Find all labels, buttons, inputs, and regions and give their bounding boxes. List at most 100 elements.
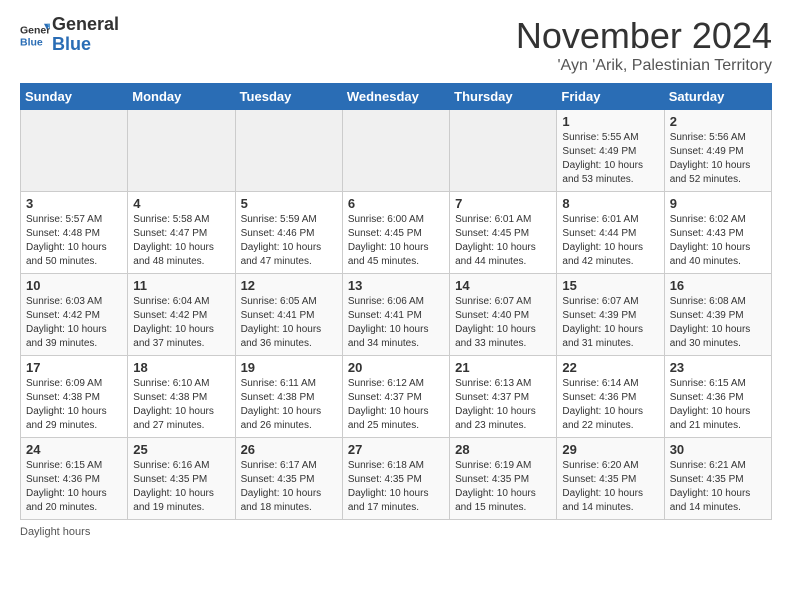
day-info: Sunrise: 6:20 AM Sunset: 4:35 PM Dayligh… bbox=[562, 459, 658, 515]
calendar-week-3: 10 Sunrise: 6:03 AM Sunset: 4:42 PM Dayli… bbox=[21, 274, 772, 356]
day-info: Sunrise: 6:06 AM Sunset: 4:41 PM Dayligh… bbox=[348, 295, 444, 351]
day-info: Sunrise: 5:59 AM Sunset: 4:46 PM Dayligh… bbox=[241, 213, 337, 269]
day-info: Sunrise: 6:04 AM Sunset: 4:42 PM Dayligh… bbox=[133, 295, 229, 351]
calendar-cell: 20 Sunrise: 6:12 AM Sunset: 4:37 PM Dayli… bbox=[342, 356, 449, 438]
calendar-cell: 13Sunrise: 6:06 AM Sunset: 4:41 PM Dayli… bbox=[342, 274, 449, 356]
calendar-week-2: 3Sunrise: 5:57 AM Sunset: 4:48 PM Daylig… bbox=[21, 192, 772, 274]
calendar-cell: 15 Sunrise: 6:07 AM Sunset: 4:39 PM Dayli… bbox=[557, 274, 664, 356]
day-number: 18 bbox=[133, 360, 229, 375]
day-info: Sunrise: 6:09 AM Sunset: 4:38 PM Dayligh… bbox=[26, 377, 122, 433]
calendar-cell: 7 Sunrise: 6:01 AM Sunset: 4:45 PM Daylig… bbox=[450, 192, 557, 274]
svg-text:Blue: Blue bbox=[20, 36, 43, 48]
calendar-cell bbox=[21, 110, 128, 192]
calendar-cell: 22 Sunrise: 6:14 AM Sunset: 4:36 PM Dayli… bbox=[557, 356, 664, 438]
day-info: Sunrise: 6:10 AM Sunset: 4:38 PM Dayligh… bbox=[133, 377, 229, 433]
logo-blue-text: Blue bbox=[52, 35, 119, 55]
logo: General Blue General Blue bbox=[20, 15, 119, 55]
calendar-cell: 4 Sunrise: 5:58 AM Sunset: 4:47 PM Daylig… bbox=[128, 192, 235, 274]
day-number: 9 bbox=[670, 196, 766, 211]
day-info: Sunrise: 6:18 AM Sunset: 4:35 PM Dayligh… bbox=[348, 459, 444, 515]
calendar-cell: 19 Sunrise: 6:11 AM Sunset: 4:38 PM Dayli… bbox=[235, 356, 342, 438]
day-number: 17 bbox=[26, 360, 122, 375]
day-number: 4 bbox=[133, 196, 229, 211]
calendar-cell: 18 Sunrise: 6:10 AM Sunset: 4:38 PM Dayli… bbox=[128, 356, 235, 438]
calendar-cell: 12 Sunrise: 6:05 AM Sunset: 4:41 PM Dayli… bbox=[235, 274, 342, 356]
day-number: 23 bbox=[670, 360, 766, 375]
title-block: November 2024 'Ayn 'Arik, Palestinian Te… bbox=[516, 15, 772, 75]
day-info: Sunrise: 6:01 AM Sunset: 4:44 PM Dayligh… bbox=[562, 213, 658, 269]
calendar-cell: 30Sunrise: 6:21 AM Sunset: 4:35 PM Dayli… bbox=[664, 438, 771, 520]
calendar-cell: 21Sunrise: 6:13 AM Sunset: 4:37 PM Dayli… bbox=[450, 356, 557, 438]
day-number: 26 bbox=[241, 442, 337, 457]
day-info: Sunrise: 6:11 AM Sunset: 4:38 PM Dayligh… bbox=[241, 377, 337, 433]
calendar-cell bbox=[235, 110, 342, 192]
month-title: November 2024 bbox=[516, 15, 772, 57]
day-number: 6 bbox=[348, 196, 444, 211]
calendar-header-row: SundayMondayTuesdayWednesdayThursdayFrid… bbox=[21, 84, 772, 110]
day-number: 2 bbox=[670, 114, 766, 129]
day-info: Sunrise: 6:19 AM Sunset: 4:35 PM Dayligh… bbox=[455, 459, 551, 515]
calendar-header-tuesday: Tuesday bbox=[235, 84, 342, 110]
location: 'Ayn 'Arik, Palestinian Territory bbox=[516, 57, 772, 75]
day-info: Sunrise: 6:21 AM Sunset: 4:35 PM Dayligh… bbox=[670, 459, 766, 515]
calendar-cell: 5Sunrise: 5:59 AM Sunset: 4:46 PM Daylig… bbox=[235, 192, 342, 274]
day-info: Sunrise: 6:14 AM Sunset: 4:36 PM Dayligh… bbox=[562, 377, 658, 433]
calendar-week-5: 24 Sunrise: 6:15 AM Sunset: 4:36 PM Dayli… bbox=[21, 438, 772, 520]
page: General Blue General Blue November 2024 … bbox=[0, 0, 792, 548]
calendar-cell: 11Sunrise: 6:04 AM Sunset: 4:42 PM Dayli… bbox=[128, 274, 235, 356]
calendar-cell: 1Sunrise: 5:55 AM Sunset: 4:49 PM Daylig… bbox=[557, 110, 664, 192]
calendar-cell: 16 Sunrise: 6:08 AM Sunset: 4:39 PM Dayli… bbox=[664, 274, 771, 356]
day-number: 27 bbox=[348, 442, 444, 457]
day-info: Sunrise: 6:00 AM Sunset: 4:45 PM Dayligh… bbox=[348, 213, 444, 269]
calendar-cell: 27 Sunrise: 6:18 AM Sunset: 4:35 PM Dayli… bbox=[342, 438, 449, 520]
calendar-cell: 25Sunrise: 6:16 AM Sunset: 4:35 PM Dayli… bbox=[128, 438, 235, 520]
footer-label: Daylight hours bbox=[20, 526, 772, 538]
day-info: Sunrise: 5:57 AM Sunset: 4:48 PM Dayligh… bbox=[26, 213, 122, 269]
day-number: 15 bbox=[562, 278, 658, 293]
calendar-header-wednesday: Wednesday bbox=[342, 84, 449, 110]
logo-general-text: General bbox=[52, 15, 119, 35]
day-number: 10 bbox=[26, 278, 122, 293]
day-info: Sunrise: 6:01 AM Sunset: 4:45 PM Dayligh… bbox=[455, 213, 551, 269]
calendar-cell bbox=[342, 110, 449, 192]
day-info: Sunrise: 5:58 AM Sunset: 4:47 PM Dayligh… bbox=[133, 213, 229, 269]
day-number: 16 bbox=[670, 278, 766, 293]
day-info: Sunrise: 6:13 AM Sunset: 4:37 PM Dayligh… bbox=[455, 377, 551, 433]
calendar-header-friday: Friday bbox=[557, 84, 664, 110]
day-info: Sunrise: 5:56 AM Sunset: 4:49 PM Dayligh… bbox=[670, 131, 766, 187]
day-info: Sunrise: 5:55 AM Sunset: 4:49 PM Dayligh… bbox=[562, 131, 658, 187]
day-info: Sunrise: 6:08 AM Sunset: 4:39 PM Dayligh… bbox=[670, 295, 766, 351]
calendar-cell: 26 Sunrise: 6:17 AM Sunset: 4:35 PM Dayli… bbox=[235, 438, 342, 520]
calendar-cell bbox=[450, 110, 557, 192]
day-number: 19 bbox=[241, 360, 337, 375]
day-number: 28 bbox=[455, 442, 551, 457]
day-number: 12 bbox=[241, 278, 337, 293]
day-info: Sunrise: 6:07 AM Sunset: 4:40 PM Dayligh… bbox=[455, 295, 551, 351]
day-info: Sunrise: 6:16 AM Sunset: 4:35 PM Dayligh… bbox=[133, 459, 229, 515]
calendar-cell: 8Sunrise: 6:01 AM Sunset: 4:44 PM Daylig… bbox=[557, 192, 664, 274]
day-number: 24 bbox=[26, 442, 122, 457]
logo-icon: General Blue bbox=[20, 20, 50, 50]
calendar-cell bbox=[128, 110, 235, 192]
day-info: Sunrise: 6:07 AM Sunset: 4:39 PM Dayligh… bbox=[562, 295, 658, 351]
day-number: 7 bbox=[455, 196, 551, 211]
calendar-header-thursday: Thursday bbox=[450, 84, 557, 110]
day-info: Sunrise: 6:02 AM Sunset: 4:43 PM Dayligh… bbox=[670, 213, 766, 269]
calendar-cell: 6 Sunrise: 6:00 AM Sunset: 4:45 PM Daylig… bbox=[342, 192, 449, 274]
calendar-cell: 29Sunrise: 6:20 AM Sunset: 4:35 PM Dayli… bbox=[557, 438, 664, 520]
calendar-cell: 2 Sunrise: 5:56 AM Sunset: 4:49 PM Daylig… bbox=[664, 110, 771, 192]
header: General Blue General Blue November 2024 … bbox=[20, 15, 772, 75]
calendar-cell: 24 Sunrise: 6:15 AM Sunset: 4:36 PM Dayli… bbox=[21, 438, 128, 520]
calendar-week-1: 1Sunrise: 5:55 AM Sunset: 4:49 PM Daylig… bbox=[21, 110, 772, 192]
day-info: Sunrise: 6:05 AM Sunset: 4:41 PM Dayligh… bbox=[241, 295, 337, 351]
calendar-cell: 28 Sunrise: 6:19 AM Sunset: 4:35 PM Dayli… bbox=[450, 438, 557, 520]
day-info: Sunrise: 6:17 AM Sunset: 4:35 PM Dayligh… bbox=[241, 459, 337, 515]
day-number: 22 bbox=[562, 360, 658, 375]
calendar-cell: 9 Sunrise: 6:02 AM Sunset: 4:43 PM Daylig… bbox=[664, 192, 771, 274]
day-info: Sunrise: 6:15 AM Sunset: 4:36 PM Dayligh… bbox=[26, 459, 122, 515]
day-info: Sunrise: 6:12 AM Sunset: 4:37 PM Dayligh… bbox=[348, 377, 444, 433]
day-number: 20 bbox=[348, 360, 444, 375]
calendar-cell: 14Sunrise: 6:07 AM Sunset: 4:40 PM Dayli… bbox=[450, 274, 557, 356]
calendar-cell: 23Sunrise: 6:15 AM Sunset: 4:36 PM Dayli… bbox=[664, 356, 771, 438]
day-info: Sunrise: 6:03 AM Sunset: 4:42 PM Dayligh… bbox=[26, 295, 122, 351]
